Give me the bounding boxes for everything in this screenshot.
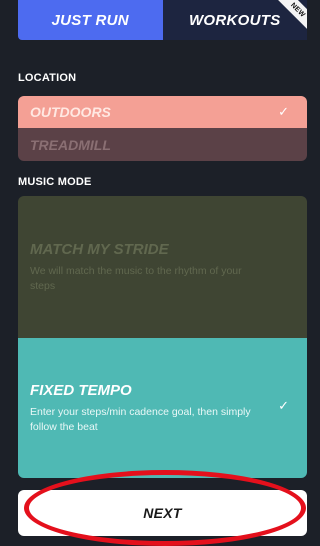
check-icon: ✓ [278, 398, 289, 413]
outdoors-label: OUTDOORS [30, 104, 111, 120]
fixed-tempo-title: FIXED TEMPO [30, 381, 132, 399]
new-badge: NEW [276, 0, 307, 32]
next-button-label: NEXT [143, 505, 182, 521]
location-option-outdoors[interactable]: OUTDOORS ✓ [18, 96, 307, 128]
music-mode-option-match-my-stride[interactable]: MATCH MY STRIDE We will match the music … [18, 196, 307, 338]
treadmill-label: TREADMILL [30, 136, 111, 153]
match-my-stride-description: We will match the music to the rhythm of… [30, 264, 242, 292]
match-my-stride-title: MATCH MY STRIDE [30, 240, 169, 258]
music-mode-option-fixed-tempo[interactable]: FIXED TEMPO Enter your steps/min cadence… [18, 338, 307, 478]
next-button[interactable]: NEXT [18, 490, 307, 536]
check-icon: ✓ [278, 104, 289, 119]
tab-workouts-label: WORKOUTS [188, 11, 281, 29]
fixed-tempo-description: Enter your steps/min cadence goal, then … [30, 405, 251, 433]
music-mode-section-label: MUSIC MODE [18, 176, 92, 188]
tab-workouts[interactable]: WORKOUTS NEW [162, 0, 307, 40]
location-section-label: LOCATION [18, 72, 77, 84]
location-option-treadmill[interactable]: TREADMILL [18, 128, 307, 161]
tab-just-run-label: JUST RUN [51, 11, 129, 29]
run-type-tabs: JUST RUN WORKOUTS NEW [18, 0, 307, 40]
tab-just-run[interactable]: JUST RUN [18, 0, 163, 40]
